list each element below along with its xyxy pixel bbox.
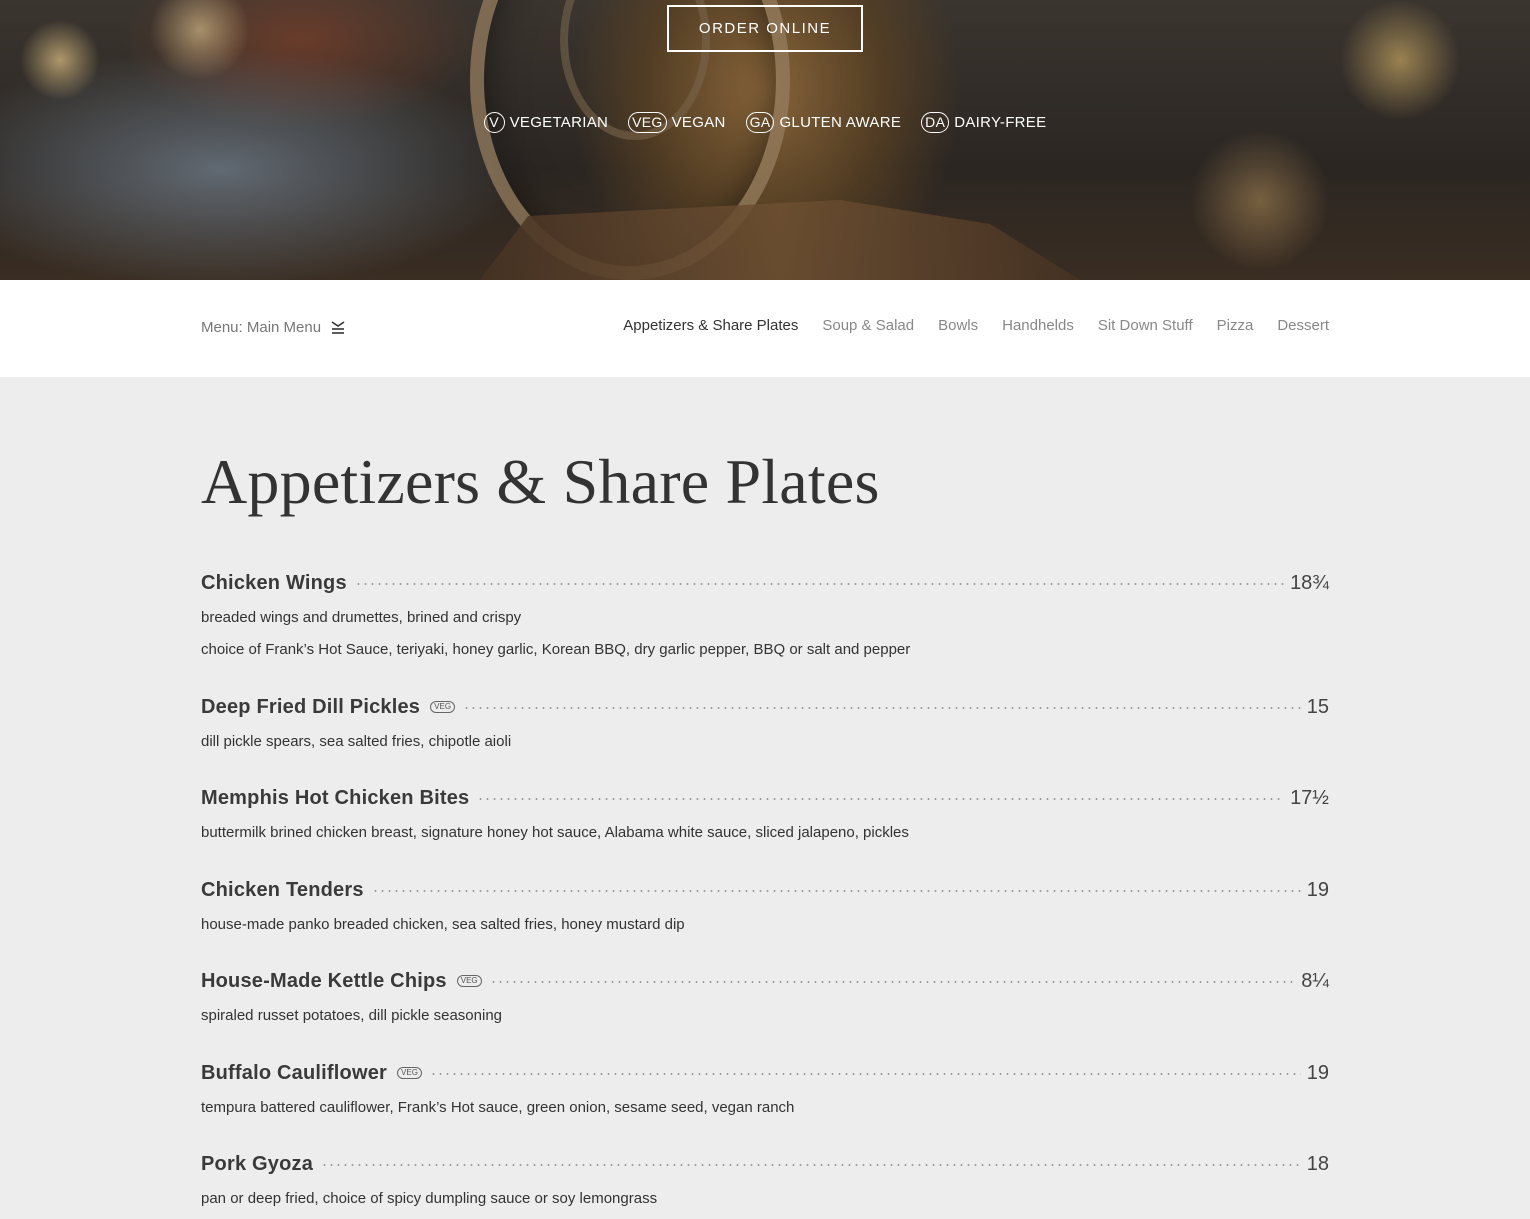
menu-nav-bar: Menu: Main Menu Appetizers & Share Plate… bbox=[0, 280, 1530, 377]
menu-item-name: Buffalo Cauliflower bbox=[201, 1061, 388, 1084]
dot-leader bbox=[354, 583, 1285, 585]
vegan-badge-icon: VEG bbox=[430, 701, 456, 713]
menu-item: Memphis Hot Chicken Bites 17½ buttermilk… bbox=[201, 785, 1329, 843]
menu-item-price: 19 bbox=[1306, 878, 1329, 901]
legend-item-vegetarian: V VEGETARIAN bbox=[483, 111, 609, 133]
dot-leader bbox=[477, 798, 1285, 800]
tab-sit-down-stuff[interactable]: Sit Down Stuff bbox=[1098, 317, 1193, 334]
legend-label: VEGAN bbox=[671, 113, 726, 131]
menu-list-icon bbox=[331, 320, 345, 335]
menu-item: Chicken Wings 18¾ breaded wings and drum… bbox=[201, 570, 1329, 660]
legend-item-dairy-free: DA DAIRY-FREE bbox=[921, 111, 1047, 133]
dot-leader bbox=[463, 707, 1301, 709]
menu-item-price: 18 bbox=[1306, 1152, 1329, 1175]
tab-bowls[interactable]: Bowls bbox=[938, 317, 978, 334]
menu-item-description: tempura battered cauliflower, Frank’s Ho… bbox=[201, 1099, 795, 1116]
section-title: Appetizers & Share Plates bbox=[201, 446, 880, 517]
legend-label: GLUTEN AWARE bbox=[779, 113, 902, 131]
menu-item-name: Memphis Hot Chicken Bites bbox=[201, 786, 470, 809]
vegan-badge-icon: VEG bbox=[397, 1067, 422, 1079]
menu-item: House-Made Kettle Chips VEG 8¼ spiraled … bbox=[201, 968, 1329, 1026]
legend-item-vegan: VEG VEGAN bbox=[628, 111, 726, 133]
menu-item-description: dill pickle spears, sea salted fries, ch… bbox=[201, 733, 512, 750]
menu-item-description: breaded wings and drumettes, brined and … bbox=[201, 609, 522, 626]
menu-item: Deep Fried Dill Pickles VEG 15 dill pick… bbox=[201, 694, 1329, 752]
menu-item-price: 8¼ bbox=[1301, 969, 1329, 992]
gluten-aware-badge-icon: GA bbox=[745, 111, 775, 133]
menu-item-price: 18¾ bbox=[1290, 571, 1329, 594]
menu-selector[interactable]: Menu: Main Menu bbox=[201, 319, 345, 336]
menu-item-description: pan or deep fried, choice of spicy dumpl… bbox=[201, 1190, 658, 1207]
menu-item-name: Chicken Wings bbox=[201, 571, 347, 594]
menu-item-description: spiraled russet potatoes, dill pickle se… bbox=[201, 1007, 503, 1024]
menu-item-price: 15 bbox=[1306, 695, 1329, 718]
tab-dessert[interactable]: Dessert bbox=[1277, 317, 1329, 334]
dot-leader bbox=[371, 890, 1301, 892]
category-tabs: Appetizers & Share Plates Soup & Salad B… bbox=[623, 317, 1329, 334]
vegan-badge-icon: VEG bbox=[628, 111, 667, 133]
tab-soup-salad[interactable]: Soup & Salad bbox=[822, 317, 914, 334]
dot-leader bbox=[321, 1164, 1301, 1166]
menu-item-price: 17½ bbox=[1290, 786, 1329, 809]
menu-item-name: Deep Fried Dill Pickles bbox=[201, 695, 421, 718]
menu-item-description: house-made panko breaded chicken, sea sa… bbox=[201, 916, 685, 933]
menu-item-description: choice of Frank’s Hot Sauce, teriyaki, h… bbox=[201, 641, 911, 658]
menu-item-description: buttermilk brined chicken breast, signat… bbox=[201, 824, 909, 841]
menu-item: Chicken Tenders 19 house-made panko brea… bbox=[201, 877, 1329, 935]
menu-item: Pork Gyoza 18 pan or deep fried, choice … bbox=[201, 1151, 1329, 1209]
tab-appetizers[interactable]: Appetizers & Share Plates bbox=[623, 317, 798, 334]
menu-item-name: House-Made Kettle Chips bbox=[201, 969, 447, 992]
menu-item-price: 19 bbox=[1306, 1061, 1329, 1084]
dairy-free-badge-icon: DA bbox=[921, 111, 950, 133]
legend-item-gluten-aware: GA GLUTEN AWARE bbox=[745, 111, 902, 133]
order-online-button[interactable]: ORDER ONLINE bbox=[667, 5, 863, 52]
legend-label: DAIRY-FREE bbox=[954, 113, 1047, 131]
menu-item-name: Chicken Tenders bbox=[201, 878, 364, 901]
menu-selector-label: Menu: Main Menu bbox=[201, 319, 322, 336]
legend-label: VEGETARIAN bbox=[509, 113, 609, 131]
dot-leader bbox=[489, 981, 1296, 983]
tab-pizza[interactable]: Pizza bbox=[1217, 317, 1254, 334]
dietary-legend: V VEGETARIAN VEG VEGAN GA GLUTEN AWARE D… bbox=[0, 108, 1530, 136]
menu-item: Buffalo Cauliflower VEG 19 tempura batte… bbox=[201, 1060, 1329, 1118]
vegetarian-badge-icon: V bbox=[483, 111, 505, 133]
dot-leader bbox=[429, 1073, 1301, 1075]
hero-banner: ORDER ONLINE V VEGETARIAN VEG VEGAN GA G… bbox=[0, 0, 1530, 280]
vegan-badge-icon: VEG bbox=[456, 975, 482, 987]
tab-handhelds[interactable]: Handhelds bbox=[1002, 317, 1074, 334]
menu-item-name: Pork Gyoza bbox=[201, 1152, 314, 1175]
